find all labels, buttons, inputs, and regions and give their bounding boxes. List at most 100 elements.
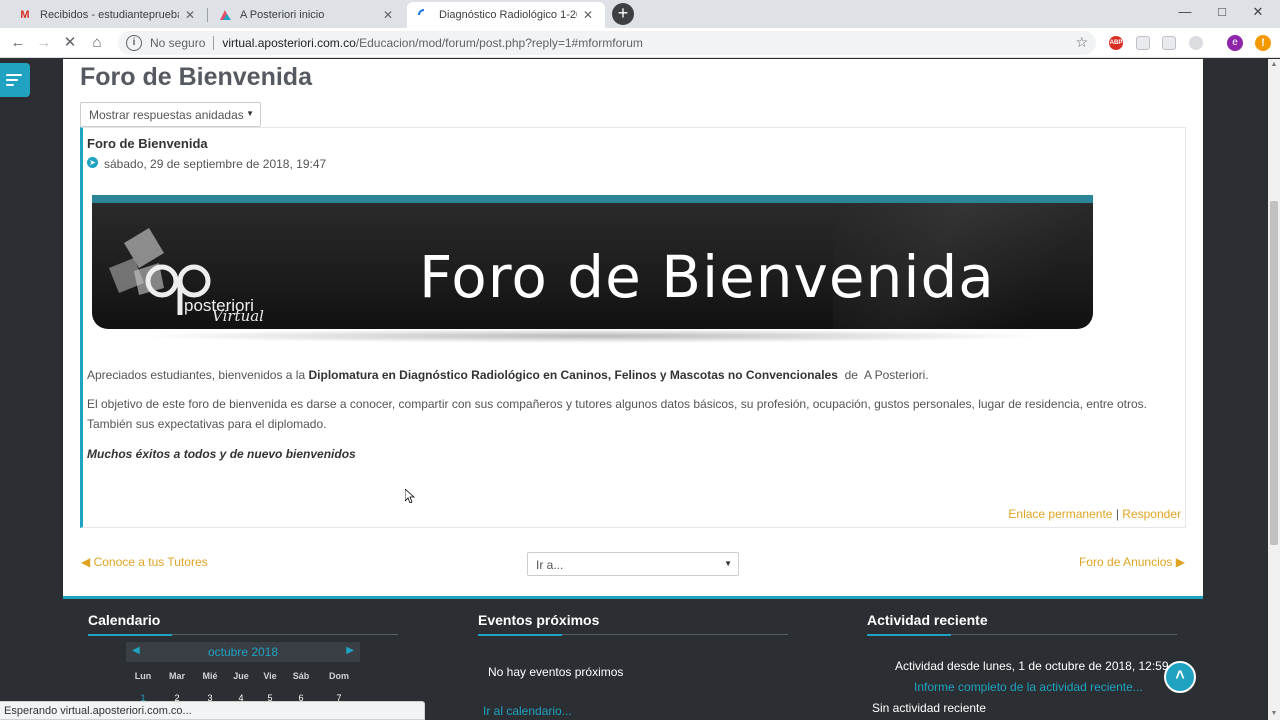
scroll-thumb[interactable]	[1270, 201, 1278, 545]
update-alert-icon[interactable]: !	[1255, 35, 1271, 51]
calendar-month[interactable]: octubre 2018	[126, 645, 360, 659]
page-viewport: Foro de Bienvenida Mostrar respuestas an…	[0, 59, 1268, 720]
post-commands: Enlace permanente | Responder	[1008, 507, 1181, 521]
minimize-icon[interactable]: —	[1175, 4, 1195, 19]
close-icon[interactable]: ✕	[183, 8, 197, 22]
forward-icon[interactable]: →	[34, 33, 54, 53]
screenshot-extension-icon[interactable]	[1162, 36, 1176, 50]
next-activity-link[interactable]: Foro de Anuncios ▶	[1079, 555, 1185, 569]
tab-diagnostico[interactable]: Diagnóstico Radiológico 1-2018: ✕	[407, 2, 605, 28]
profile-avatar[interactable]: e	[1227, 35, 1243, 51]
stop-icon[interactable]: ✕	[60, 33, 80, 53]
jump-to-value: Ir a...	[536, 558, 564, 572]
url-text: virtual.aposteriori.com.co/Educacion/mod…	[222, 36, 643, 50]
calendar-dow: Mié	[202, 671, 218, 681]
calendar-dow: Lun	[134, 671, 152, 681]
new-tab-button[interactable]: +	[612, 3, 634, 25]
tab-aposteriori[interactable]: A Posteriori inicio ✕	[208, 2, 405, 28]
post-banner-image: posteriori Virtual Foro de Bienvenida	[92, 186, 1093, 347]
forum-post: Foro de Bienvenida ➤ sábado, 29 de septi…	[80, 127, 1186, 528]
prev-activity-link[interactable]: ◀ Conoce a tus Tutores	[81, 555, 208, 569]
close-icon[interactable]: ✕	[581, 8, 595, 22]
status-bar: Esperando virtual.aposteriori.com.co...	[0, 701, 425, 720]
heading-underline	[867, 634, 1177, 635]
mouse-cursor-icon	[405, 489, 415, 503]
page-scrollbar[interactable]: ▲ ▼	[1268, 59, 1280, 720]
bookmark-star-icon[interactable]: ☆	[1075, 34, 1088, 51]
go-to-calendar-link[interactable]: Ir al calendario...	[483, 704, 572, 718]
no-activity-text: Sin actividad reciente	[872, 701, 987, 715]
next-month-icon[interactable]: ▶	[346, 645, 354, 656]
scroll-down-icon[interactable]: ▼	[1268, 708, 1280, 720]
post-paragraph: El objetivo de este foro de bienvenida e…	[87, 397, 1147, 431]
scroll-up-icon[interactable]: ▲	[1268, 59, 1280, 71]
post-date: sábado, 29 de septiembre de 2018, 19:47	[104, 157, 327, 171]
aposteriori-icon	[218, 8, 232, 22]
adblock-icon[interactable]: ABP	[1109, 36, 1123, 50]
browser-toolbar: ← → ✕ ⌂ i No seguro virtual.aposteriori.…	[0, 28, 1280, 58]
heading-underline	[478, 634, 788, 635]
chevron-down-icon: ▼	[724, 559, 732, 568]
chevron-down-icon: ▼	[246, 109, 254, 118]
tab-gmail[interactable]: M Recibidos - estudiantepruebaapo ✕	[8, 2, 207, 28]
jump-to-select[interactable]: Ir a... ▼	[527, 552, 739, 576]
permalink-link[interactable]: Enlace permanente	[1008, 507, 1112, 521]
hamburger-line	[6, 74, 22, 76]
post-subject: Foro de Bienvenida	[87, 136, 208, 151]
page-title: Foro de Bienvenida	[80, 63, 312, 91]
back-to-top-button[interactable]: ˄	[1164, 661, 1196, 693]
reply-link[interactable]: Responder	[1122, 507, 1181, 521]
calendar-dow: Dom	[329, 671, 349, 681]
calendar-dow: Jue	[233, 671, 249, 681]
security-label: No seguro	[150, 36, 206, 50]
display-mode-value: Mostrar respuestas anidadas	[89, 108, 244, 122]
tab-strip: M Recibidos - estudiantepruebaapo ✕ A Po…	[0, 0, 1280, 28]
calendar-heading: Calendario	[88, 612, 161, 628]
home-icon[interactable]: ⌂	[87, 33, 107, 53]
close-icon[interactable]: ✕	[381, 8, 395, 22]
calendar-month-header: ◀ octubre 2018 ▶	[126, 642, 360, 662]
activity-since-text: Actividad desde lunes, 1 de octubre de 2…	[895, 659, 1169, 673]
drawer-toggle-button[interactable]	[0, 63, 30, 97]
tab-title: Recibidos - estudiantepruebaapo	[40, 9, 179, 21]
url-host: virtual.aposteriori.com.co	[222, 36, 356, 50]
window-close-icon[interactable]: ✕	[1248, 4, 1268, 20]
tab-title: A Posteriori inicio	[240, 9, 325, 21]
url-path: /Educacion/mod/forum/post.php?reply=1#mf…	[355, 36, 643, 50]
calendar-block: Calendario	[88, 612, 398, 635]
events-block: Eventos próximos No hay eventos próximos…	[478, 612, 788, 720]
back-icon[interactable]: ←	[8, 33, 28, 53]
address-bar[interactable]: i No seguro virtual.aposteriori.com.co/E…	[118, 31, 1096, 55]
banner-body: posteriori Virtual Foro de Bienvenida	[92, 203, 1093, 329]
omnibox-divider	[213, 36, 215, 50]
post-intro-end: de A Posteriori.	[837, 368, 929, 382]
banner-title: Foro de Bienvenida	[419, 243, 995, 311]
loading-icon	[417, 8, 431, 22]
hamburger-line	[6, 79, 18, 81]
maximize-icon[interactable]: □	[1212, 4, 1232, 19]
activity-block: Actividad reciente Actividad desde lunes…	[867, 612, 1177, 720]
events-heading: Eventos próximos	[478, 612, 600, 628]
info-icon[interactable]: i	[126, 35, 142, 51]
activity-heading: Actividad reciente	[867, 612, 988, 628]
no-events-text: No hay eventos próximos	[488, 665, 624, 679]
command-separator: |	[1115, 507, 1119, 521]
hamburger-line	[6, 84, 14, 86]
calendar-dow: Vie	[263, 671, 277, 681]
gmail-icon: M	[20, 9, 30, 21]
extension-icon[interactable]	[1189, 36, 1203, 50]
logo-subtitle: Virtual	[212, 307, 264, 325]
calendar-dow: Mar	[168, 671, 185, 681]
post-closing: Muchos éxitos a todos y de nuevo bienven…	[87, 447, 356, 461]
main-content: Foro de Bienvenida Mostrar respuestas an…	[63, 59, 1203, 596]
pdf-extension-icon[interactable]	[1136, 36, 1150, 50]
tab-title: Diagnóstico Radiológico 1-2018:	[439, 9, 577, 21]
calendar-dow: Sáb	[292, 671, 310, 681]
arrow-circle-icon: ➤	[87, 157, 98, 168]
post-intro-program: Diplomatura en Diagnóstico Radiológico e…	[308, 368, 838, 382]
full-report-link[interactable]: Informe completo de la actividad recient…	[914, 680, 1143, 694]
display-mode-select[interactable]: Mostrar respuestas anidadas ▼	[80, 102, 261, 127]
heading-underline	[88, 634, 398, 635]
post-intro: Apreciados estudiantes, bienvenidos a la…	[87, 365, 1167, 385]
post-intro-start: Apreciados estudiantes, bienvenidos a la	[87, 368, 309, 382]
